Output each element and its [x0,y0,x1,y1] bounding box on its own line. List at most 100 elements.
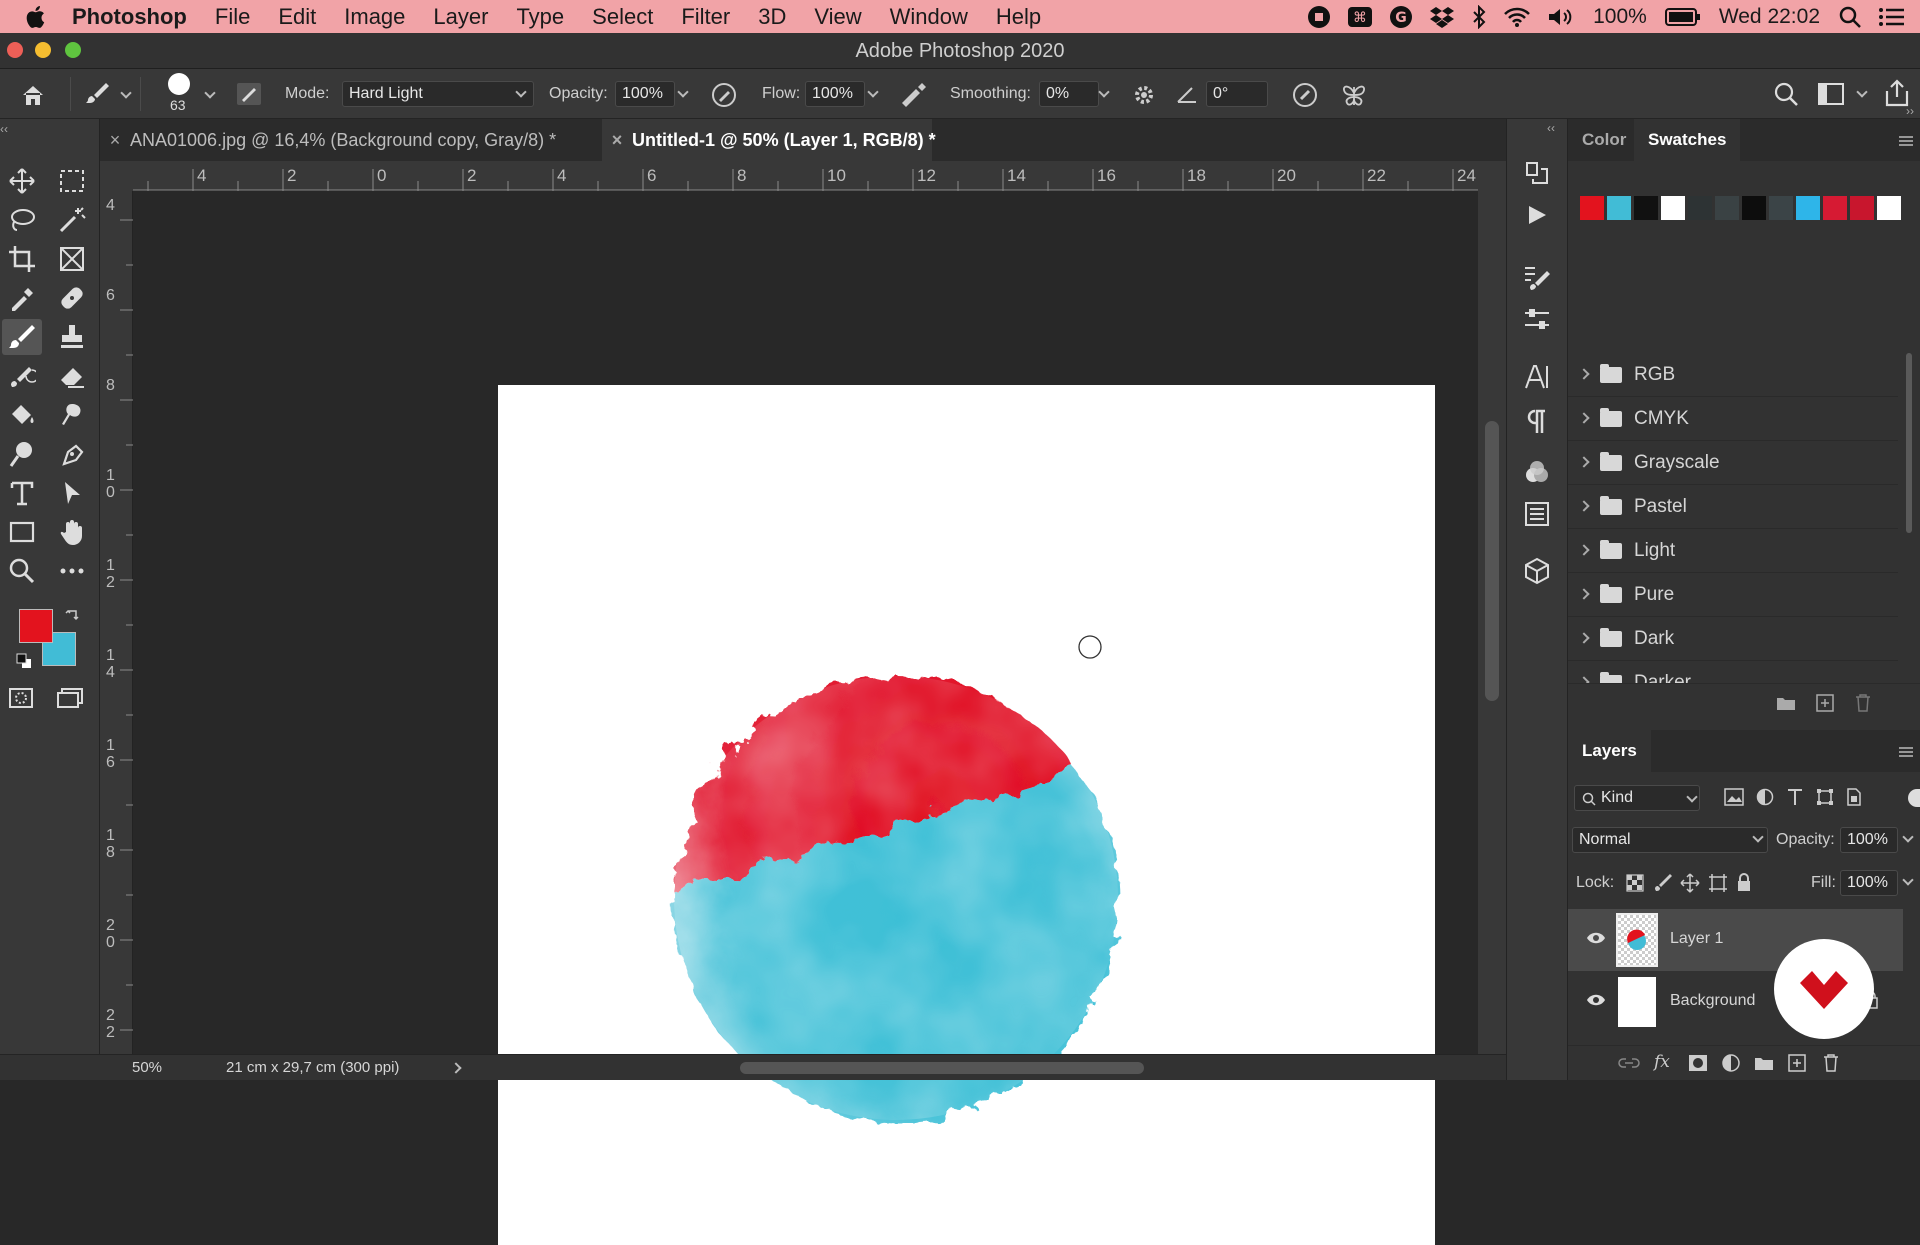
history-panel-icon[interactable] [1523,159,1551,187]
color-swatch[interactable] [1634,196,1658,220]
brush-angle-field[interactable]: 0° [1206,81,1268,107]
layer-name[interactable]: Background [1670,992,1755,1010]
vertical-scroll-thumb[interactable] [1485,421,1499,701]
swatch-group-darker[interactable]: Darker [1568,661,1898,683]
smoothing-dropdown-arrow[interactable] [1098,86,1110,98]
menu-3d[interactable]: 3D [744,4,800,30]
new-adjustment-layer-icon[interactable] [1722,1054,1740,1072]
layer-thumbnail[interactable] [1616,913,1658,967]
document-tab-ana01006[interactable]: × ANA01006.jpg @ 16,4% (Background copy, … [100,119,602,161]
volume-icon[interactable] [1547,6,1575,28]
path-selection-tool[interactable] [52,475,92,511]
vertical-ruler[interactable]: 46810121416182022 [100,191,133,1076]
layer-opacity-field[interactable]: 100% [1840,827,1898,853]
new-layer-icon[interactable] [1788,1054,1806,1072]
battery-icon[interactable] [1664,7,1701,27]
lock-image-pixels-brush-icon[interactable] [1654,873,1674,893]
swatch-group-light[interactable]: Light [1568,529,1898,573]
collapse-tools-icon[interactable]: ‹‹ [0,122,8,136]
swatches-scroll-thumb[interactable] [1906,353,1912,533]
layer-thumbnail[interactable] [1618,977,1656,1027]
marquee-tool[interactable] [52,163,92,199]
flow-field[interactable]: 100% [805,81,865,107]
horizontal-scroll-thumb[interactable] [740,1062,1144,1074]
color-swatch[interactable] [1661,196,1685,220]
delete-layer-trash-icon[interactable] [1822,1053,1840,1073]
gear-icon[interactable] [1131,82,1157,108]
flow-dropdown-arrow[interactable] [867,86,879,98]
tab-color[interactable]: Color [1568,119,1640,161]
bluetooth-icon[interactable] [1471,4,1487,29]
eyedropper-tool[interactable] [2,280,42,316]
magic-wand-tool[interactable] [52,202,92,238]
lock-position-move-icon[interactable] [1680,873,1700,893]
more-tools-icon[interactable] [52,553,92,589]
type-tool[interactable] [2,475,42,511]
new-group-folder-icon[interactable] [1776,695,1796,711]
tab-layers[interactable]: Layers [1568,730,1651,772]
color-swatch[interactable] [1742,196,1766,220]
zoom-tool[interactable] [2,553,42,589]
menu-image[interactable]: Image [330,4,419,30]
crop-tool[interactable] [2,241,42,277]
3d-cube-icon[interactable] [1523,557,1551,585]
document-info[interactable]: 21 cm x 29,7 cm (300 ppi) [226,1059,399,1076]
new-group-folder-icon[interactable] [1754,1055,1774,1071]
smoothing-field[interactable]: 0% [1039,81,1099,107]
layer-fill-dropdown-arrow[interactable] [1902,874,1914,886]
close-tab-icon[interactable]: × [602,119,632,161]
ruler-origin[interactable] [100,161,133,191]
expand-panels-icon[interactable]: ‹‹ [1547,121,1555,135]
symmetry-butterfly-icon[interactable] [1340,81,1368,109]
move-tool[interactable] [2,163,42,199]
lock-artboard-icon[interactable] [1708,873,1728,893]
filter-pixel-layer-icon[interactable] [1724,788,1744,806]
swatch-group-pastel[interactable]: Pastel [1568,485,1898,529]
layer-name[interactable]: Layer 1 [1670,930,1723,948]
lock-all-icon[interactable] [1736,872,1752,892]
apple-icon[interactable] [18,0,52,33]
workspace-dropdown-arrow[interactable] [1856,86,1868,98]
dodge-tool[interactable] [2,436,42,472]
panel-menu-icon[interactable] [1898,746,1914,758]
color-swatch[interactable] [1715,196,1739,220]
vertical-scrollbar[interactable] [1478,161,1506,1054]
horizontal-ruler[interactable]: 4 2 0 2 4 6 8 10 12 14 16 18 20 22 24 [133,161,1478,191]
properties-panel-icon[interactable] [1523,500,1551,528]
link-layers-icon[interactable] [1618,1056,1640,1070]
color-swatch[interactable] [1850,196,1874,220]
paragraph-panel-icon[interactable] [1525,407,1549,435]
swatch-group-grayscale[interactable]: Grayscale [1568,441,1898,485]
menu-clock[interactable]: Wed 22:02 [1719,5,1820,29]
share-icon[interactable] [1884,79,1910,107]
command-icon[interactable]: ⌘ [1347,6,1373,28]
color-swatch[interactable] [1607,196,1631,220]
menu-filter[interactable]: Filter [667,4,744,30]
airbrush-icon[interactable] [898,81,928,109]
menu-layer[interactable]: Layer [419,4,502,30]
zoom-level[interactable]: 50% [132,1059,162,1076]
filter-smart-object-icon[interactable] [1846,788,1862,806]
lock-transparent-pixels-icon[interactable] [1626,874,1644,892]
delete-swatch-trash-icon[interactable] [1854,693,1872,713]
mode-dropdown[interactable]: Hard Light [342,81,534,107]
swatch-group-cmyk[interactable]: CMYK [1568,397,1898,441]
blend-mode-dropdown[interactable]: Normal [1572,827,1768,853]
menu-edit[interactable]: Edit [264,4,330,30]
visibility-eye-icon[interactable] [1586,993,1606,1007]
status-menu-arrow[interactable] [450,1062,462,1074]
quick-mask-icon[interactable] [8,687,34,709]
actions-play-icon[interactable] [1525,203,1549,227]
brush-tool[interactable] [2,319,42,355]
opacity-field[interactable]: 100% [615,81,675,107]
notification-center-icon[interactable] [1878,6,1906,28]
healing-brush-tool[interactable] [52,280,92,316]
menu-window[interactable]: Window [876,4,982,30]
color-swatch[interactable] [1823,196,1847,220]
foreground-color-swatch[interactable] [19,609,53,643]
pen-tool[interactable] [52,436,92,472]
tab-swatches[interactable]: Swatches [1634,119,1741,161]
character-panel-icon[interactable] [1523,363,1551,391]
collapse-dock-icon[interactable]: ›› [1906,104,1914,118]
channels-panel-icon[interactable] [1523,459,1551,487]
